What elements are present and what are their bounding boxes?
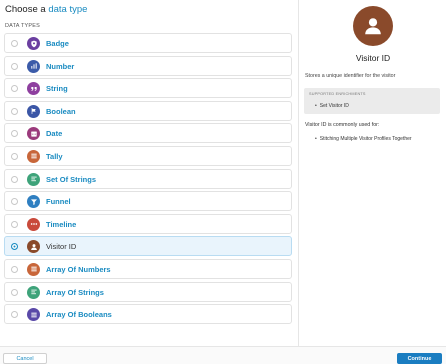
type-option-funnel[interactable]: Funnel xyxy=(4,191,292,212)
type-label: Set Of Strings xyxy=(46,174,97,184)
page-title: Choose a data type xyxy=(5,4,87,15)
section-label: DATA TYPES xyxy=(5,23,41,29)
detail-description: Stores a unique identifier for the visit… xyxy=(305,73,396,79)
type-option-tally[interactable]: Tally xyxy=(4,145,292,166)
radio-button[interactable] xyxy=(11,130,18,138)
type-label: Array Of Strings xyxy=(46,287,104,297)
use-item: Stitching Multiple Visitor Profiles Toge… xyxy=(315,136,412,142)
dots-icon xyxy=(27,217,40,231)
person-icon xyxy=(27,240,40,254)
type-option-boolean[interactable]: Boolean xyxy=(4,100,292,121)
number-icon xyxy=(27,59,40,73)
list-icon xyxy=(27,308,40,322)
type-option-number[interactable]: Number xyxy=(4,55,292,76)
type-label: Array Of Booleans xyxy=(46,310,112,320)
type-label: Visitor ID xyxy=(46,242,77,252)
type-label: Number xyxy=(46,61,75,71)
enrichment-item: Set Visitor ID xyxy=(315,103,349,109)
radio-button[interactable] xyxy=(11,220,18,228)
type-option-array-of-strings[interactable]: Array Of Strings xyxy=(4,281,292,302)
detail-title: Visitor ID xyxy=(355,53,391,63)
detail-panel: Visitor ID Stores a unique identifier fo… xyxy=(298,0,446,346)
list-icon xyxy=(27,149,40,163)
type-list: Badge Number String Boolean Date Tally Set Of … xyxy=(4,33,292,327)
type-label: Badge xyxy=(46,39,69,48)
type-option-timeline[interactable]: Timeline xyxy=(4,213,292,234)
type-label: String xyxy=(46,84,68,94)
funnel-icon xyxy=(27,195,40,209)
title-prefix: Choose a xyxy=(5,4,46,15)
radio-button[interactable] xyxy=(11,311,18,319)
radio-button[interactable] xyxy=(11,152,18,160)
type-option-array-of-numbers[interactable]: Array Of Numbers xyxy=(4,258,292,279)
radio-button[interactable] xyxy=(11,243,18,251)
radio-button[interactable] xyxy=(11,85,18,93)
type-label: Funnel xyxy=(46,197,71,207)
type-chooser-panel: Choose a data type DATA TYPES Badge Numbe… xyxy=(0,0,296,346)
use-heading: Visitor ID is commonly used for: xyxy=(305,122,380,128)
type-option-badge[interactable]: Badge xyxy=(4,33,292,53)
radio-button[interactable] xyxy=(11,62,18,70)
type-option-date[interactable]: Date xyxy=(4,123,292,144)
calendar-icon xyxy=(27,127,40,141)
list-lines-icon xyxy=(27,285,40,299)
flag-icon xyxy=(27,104,40,118)
radio-button[interactable] xyxy=(11,175,18,183)
cancel-button[interactable]: Cancel xyxy=(3,353,47,364)
type-option-set-of-strings[interactable]: Set Of Strings xyxy=(4,168,292,189)
list-lines-icon xyxy=(27,172,40,186)
radio-button[interactable] xyxy=(11,288,18,296)
type-label: Boolean xyxy=(46,106,76,116)
person-icon xyxy=(353,6,393,46)
list-icon xyxy=(27,262,40,276)
type-label: Array Of Numbers xyxy=(46,264,111,274)
radio-button[interactable] xyxy=(11,265,18,273)
type-label: Tally xyxy=(46,151,63,161)
continue-button[interactable]: Continue xyxy=(397,353,442,364)
enrichments-heading: SUPPORTED ENRICHMENTS xyxy=(309,92,366,96)
type-option-string[interactable]: String xyxy=(4,78,292,99)
type-label: Date xyxy=(46,129,63,139)
radio-button[interactable] xyxy=(11,40,18,47)
type-option-visitor-id[interactable]: Visitor ID xyxy=(4,236,292,257)
type-option-array-of-booleans[interactable]: Array Of Booleans xyxy=(4,304,292,325)
type-label: Timeline xyxy=(46,219,77,229)
footer-bar: Cancel Continue xyxy=(0,346,446,364)
shield-icon xyxy=(27,37,40,50)
quote-icon xyxy=(27,82,40,96)
enrichments-box: SUPPORTED ENRICHMENTS Set Visitor ID xyxy=(304,88,440,114)
radio-button[interactable] xyxy=(11,107,18,115)
title-accent: data type xyxy=(48,4,88,15)
radio-button[interactable] xyxy=(11,198,18,206)
